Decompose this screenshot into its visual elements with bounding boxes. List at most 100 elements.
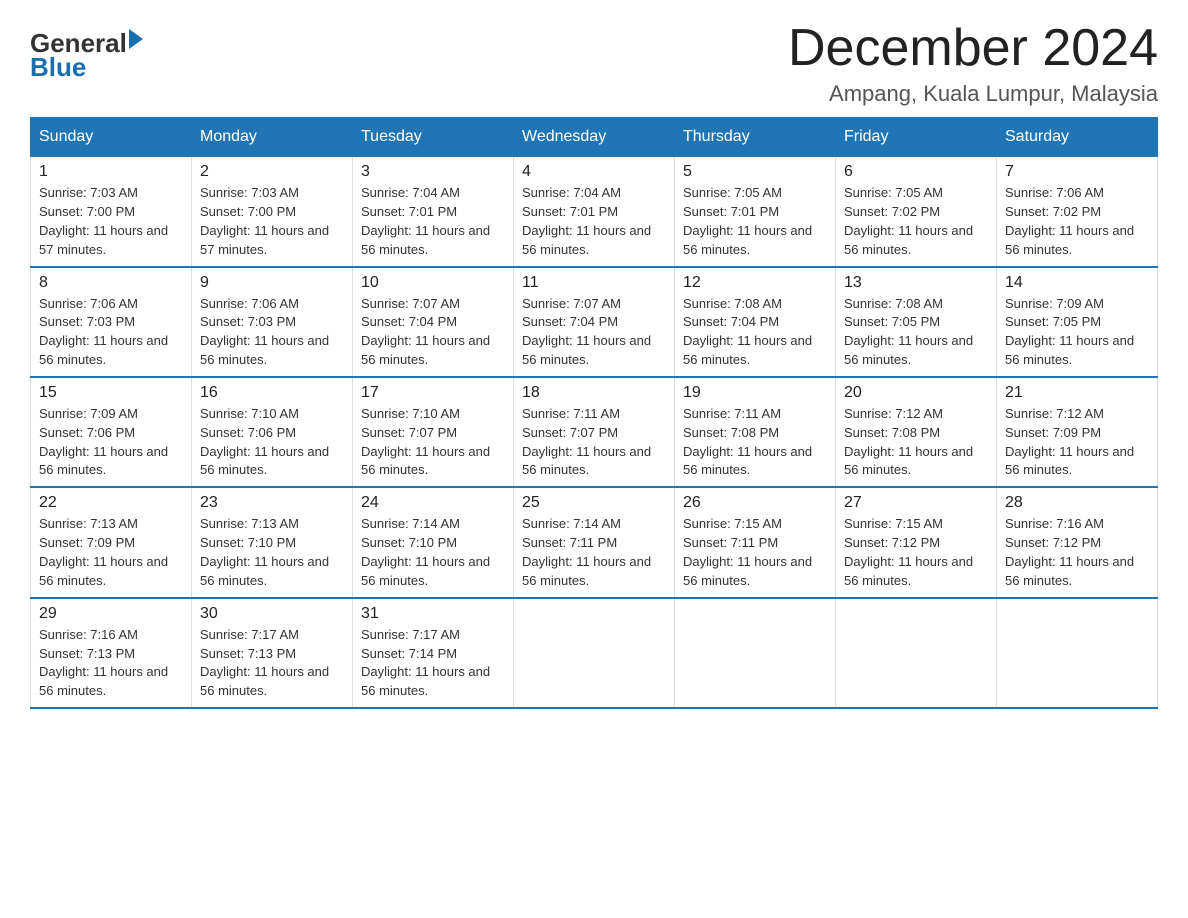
day-info: Sunrise: 7:13 AMSunset: 7:10 PMDaylight:… [200,515,344,590]
day-info: Sunrise: 7:04 AMSunset: 7:01 PMDaylight:… [361,184,505,259]
day-info: Sunrise: 7:12 AMSunset: 7:08 PMDaylight:… [844,405,988,480]
calendar-header-sunday: Sunday [31,118,192,157]
day-number: 24 [361,494,505,512]
calendar-header-row: SundayMondayTuesdayWednesdayThursdayFrid… [31,118,1158,157]
day-number: 7 [1005,163,1149,181]
calendar-cell [836,598,997,708]
day-number: 30 [200,605,344,623]
calendar-cell: 1 Sunrise: 7:03 AMSunset: 7:00 PMDaylight… [31,157,192,267]
day-info: Sunrise: 7:09 AMSunset: 7:05 PMDaylight:… [1005,295,1149,370]
calendar-cell: 27 Sunrise: 7:15 AMSunset: 7:12 PMDayligh… [836,487,997,597]
day-info: Sunrise: 7:03 AMSunset: 7:00 PMDaylight:… [39,184,183,259]
calendar-cell: 22Sunrise: 7:13 AMSunset: 7:09 PMDayligh… [31,487,192,597]
day-number: 5 [683,163,827,181]
day-info: Sunrise: 7:07 AMSunset: 7:04 PMDaylight:… [361,295,505,370]
calendar-cell: 8 Sunrise: 7:06 AMSunset: 7:03 PMDaylight… [31,267,192,377]
day-number: 15 [39,384,183,402]
day-info: Sunrise: 7:05 AMSunset: 7:01 PMDaylight:… [683,184,827,259]
day-info: Sunrise: 7:17 AMSunset: 7:13 PMDaylight:… [200,626,344,701]
day-number: 14 [1005,274,1149,292]
calendar-cell: 25Sunrise: 7:14 AMSunset: 7:11 PMDayligh… [514,487,675,597]
day-number: 21 [1005,384,1149,402]
day-info: Sunrise: 7:04 AMSunset: 7:01 PMDaylight:… [522,184,666,259]
day-info: Sunrise: 7:05 AMSunset: 7:02 PMDaylight:… [844,184,988,259]
day-number: 11 [522,274,666,292]
day-info: Sunrise: 7:14 AMSunset: 7:10 PMDaylight:… [361,515,505,590]
logo: General Blue [30,30,143,80]
calendar-cell [997,598,1158,708]
day-number: 6 [844,163,988,181]
calendar-body: 1 Sunrise: 7:03 AMSunset: 7:00 PMDaylight… [31,157,1158,708]
day-info: Sunrise: 7:11 AMSunset: 7:08 PMDaylight:… [683,405,827,480]
day-number: 23 [200,494,344,512]
calendar-week-1: 1 Sunrise: 7:03 AMSunset: 7:00 PMDaylight… [31,157,1158,267]
day-number: 10 [361,274,505,292]
day-number: 8 [39,274,183,292]
calendar-cell [514,598,675,708]
calendar-cell: 3Sunrise: 7:04 AMSunset: 7:01 PMDaylight… [353,157,514,267]
calendar-cell: 23 Sunrise: 7:13 AMSunset: 7:10 PMDayligh… [192,487,353,597]
calendar-cell: 5 Sunrise: 7:05 AMSunset: 7:01 PMDaylight… [675,157,836,267]
day-info: Sunrise: 7:06 AMSunset: 7:02 PMDaylight:… [1005,184,1149,259]
calendar-cell: 13Sunrise: 7:08 AMSunset: 7:05 PMDayligh… [836,267,997,377]
calendar-cell: 6 Sunrise: 7:05 AMSunset: 7:02 PMDaylight… [836,157,997,267]
day-info: Sunrise: 7:15 AMSunset: 7:12 PMDaylight:… [844,515,988,590]
day-number: 9 [200,274,344,292]
day-info: Sunrise: 7:09 AMSunset: 7:06 PMDaylight:… [39,405,183,480]
day-info: Sunrise: 7:06 AMSunset: 7:03 PMDaylight:… [39,295,183,370]
day-number: 28 [1005,494,1149,512]
calendar-header-saturday: Saturday [997,118,1158,157]
calendar-cell: 24 Sunrise: 7:14 AMSunset: 7:10 PMDayligh… [353,487,514,597]
day-info: Sunrise: 7:11 AMSunset: 7:07 PMDaylight:… [522,405,666,480]
calendar-cell: 29 Sunrise: 7:16 AMSunset: 7:13 PMDayligh… [31,598,192,708]
day-info: Sunrise: 7:08 AMSunset: 7:05 PMDaylight:… [844,295,988,370]
day-info: Sunrise: 7:14 AMSunset: 7:11 PMDaylight:… [522,515,666,590]
calendar-cell: 30 Sunrise: 7:17 AMSunset: 7:13 PMDayligh… [192,598,353,708]
day-info: Sunrise: 7:10 AMSunset: 7:07 PMDaylight:… [361,405,505,480]
month-title: December 2024 [788,20,1158,77]
day-number: 29 [39,605,183,623]
day-number: 18 [522,384,666,402]
day-number: 26 [683,494,827,512]
logo-arrow-icon [129,29,143,49]
calendar-cell: 28 Sunrise: 7:16 AMSunset: 7:12 PMDayligh… [997,487,1158,597]
calendar-cell: 11Sunrise: 7:07 AMSunset: 7:04 PMDayligh… [514,267,675,377]
day-info: Sunrise: 7:13 AMSunset: 7:09 PMDaylight:… [39,515,183,590]
calendar-cell: 17 Sunrise: 7:10 AMSunset: 7:07 PMDayligh… [353,377,514,487]
calendar-cell: 15 Sunrise: 7:09 AMSunset: 7:06 PMDayligh… [31,377,192,487]
calendar-cell: 20 Sunrise: 7:12 AMSunset: 7:08 PMDayligh… [836,377,997,487]
calendar-cell: 12Sunrise: 7:08 AMSunset: 7:04 PMDayligh… [675,267,836,377]
calendar-cell [675,598,836,708]
day-info: Sunrise: 7:16 AMSunset: 7:12 PMDaylight:… [1005,515,1149,590]
calendar-header-monday: Monday [192,118,353,157]
logo-blue-text: Blue [30,54,86,80]
day-number: 17 [361,384,505,402]
page-header: General Blue December 2024 Ampang, Kuala… [30,20,1158,107]
calendar-week-4: 22Sunrise: 7:13 AMSunset: 7:09 PMDayligh… [31,487,1158,597]
day-info: Sunrise: 7:10 AMSunset: 7:06 PMDaylight:… [200,405,344,480]
location-text: Ampang, Kuala Lumpur, Malaysia [788,81,1158,107]
calendar-cell: 18 Sunrise: 7:11 AMSunset: 7:07 PMDayligh… [514,377,675,487]
calendar-cell: 19 Sunrise: 7:11 AMSunset: 7:08 PMDayligh… [675,377,836,487]
day-number: 27 [844,494,988,512]
day-info: Sunrise: 7:15 AMSunset: 7:11 PMDaylight:… [683,515,827,590]
calendar-header-thursday: Thursday [675,118,836,157]
day-info: Sunrise: 7:06 AMSunset: 7:03 PMDaylight:… [200,295,344,370]
day-number: 20 [844,384,988,402]
day-info: Sunrise: 7:12 AMSunset: 7:09 PMDaylight:… [1005,405,1149,480]
calendar-cell: 9 Sunrise: 7:06 AMSunset: 7:03 PMDaylight… [192,267,353,377]
calendar-header-friday: Friday [836,118,997,157]
day-number: 19 [683,384,827,402]
calendar-week-5: 29 Sunrise: 7:16 AMSunset: 7:13 PMDayligh… [31,598,1158,708]
day-number: 2 [200,163,344,181]
calendar-table: SundayMondayTuesdayWednesdayThursdayFrid… [30,117,1158,709]
calendar-week-3: 15 Sunrise: 7:09 AMSunset: 7:06 PMDayligh… [31,377,1158,487]
calendar-week-2: 8 Sunrise: 7:06 AMSunset: 7:03 PMDaylight… [31,267,1158,377]
day-number: 4 [522,163,666,181]
calendar-header-wednesday: Wednesday [514,118,675,157]
day-info: Sunrise: 7:16 AMSunset: 7:13 PMDaylight:… [39,626,183,701]
calendar-cell: 2Sunrise: 7:03 AMSunset: 7:00 PMDaylight… [192,157,353,267]
calendar-cell: 26 Sunrise: 7:15 AMSunset: 7:11 PMDayligh… [675,487,836,597]
day-number: 1 [39,163,183,181]
calendar-cell: 10 Sunrise: 7:07 AMSunset: 7:04 PMDayligh… [353,267,514,377]
